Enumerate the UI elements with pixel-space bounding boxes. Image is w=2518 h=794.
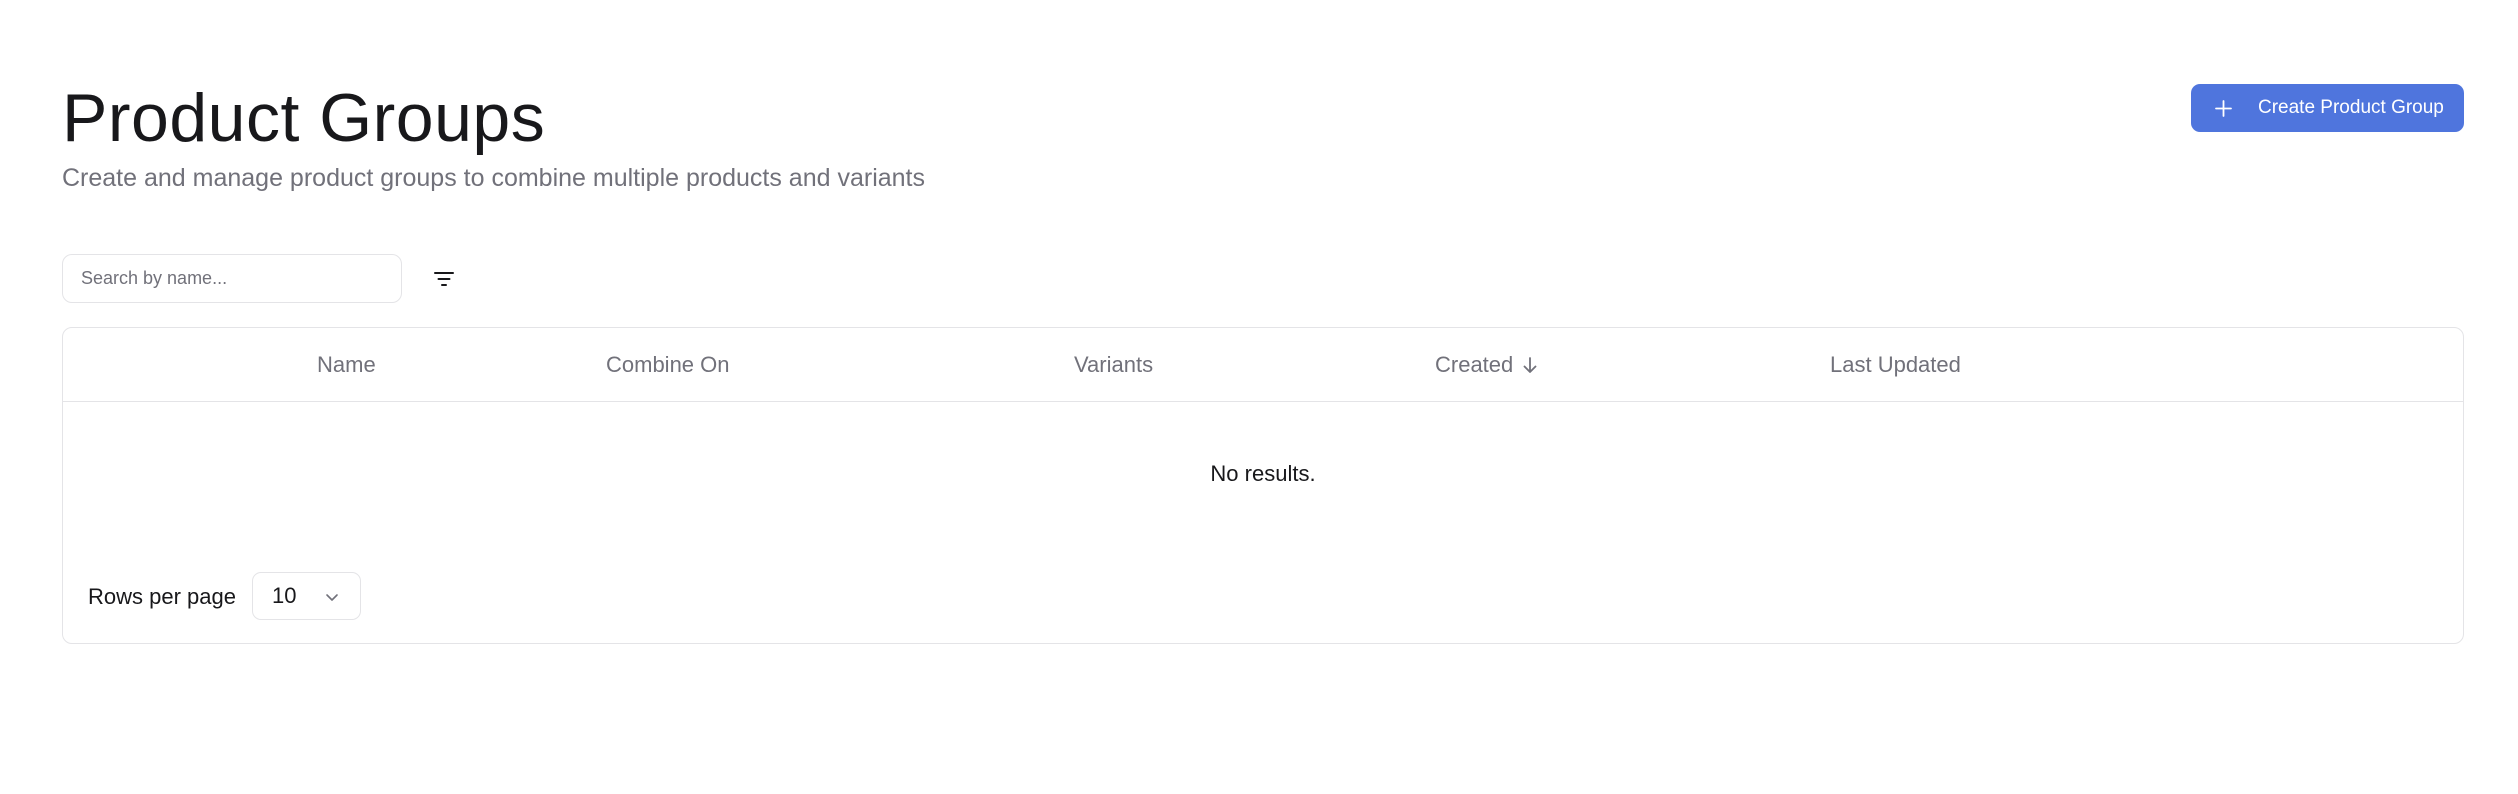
column-header-created[interactable]: Created [1435, 352, 1539, 378]
column-header-name: Name [317, 352, 376, 377]
column-header-variants: Variants [1074, 352, 1154, 377]
rows-per-page-label: Rows per page [88, 584, 236, 609]
create-product-group-button[interactable]: Create Product Group [2191, 84, 2464, 132]
search-field[interactable] [62, 254, 402, 303]
plus-icon [2215, 99, 2232, 117]
search-input[interactable] [63, 255, 401, 302]
column-header-combine-on: Combine On [606, 352, 730, 377]
product-groups-table: Name Combine On Variants Created Last Up… [62, 327, 2464, 644]
sort-descending-icon [1521, 356, 1539, 374]
rows-per-page-select[interactable]: 10 [252, 572, 361, 620]
page-subtitle: Create and manage product groups to comb… [62, 164, 926, 192]
page-title: Product Groups [62, 80, 546, 156]
chevron-down-icon [324, 589, 340, 605]
table-header: Name Combine On Variants Created Last Up… [63, 328, 2463, 402]
filter-button[interactable] [428, 263, 460, 295]
empty-state-message: No results. [1210, 461, 1316, 486]
create-product-group-label: Create Product Group [2258, 97, 2444, 118]
product-groups-page: Product Groups Create and manage product… [0, 0, 2518, 794]
rows-per-page-value: 10 [272, 583, 297, 608]
filter-icon [433, 270, 455, 288]
column-header-last-updated: Last Updated [1830, 352, 1961, 377]
